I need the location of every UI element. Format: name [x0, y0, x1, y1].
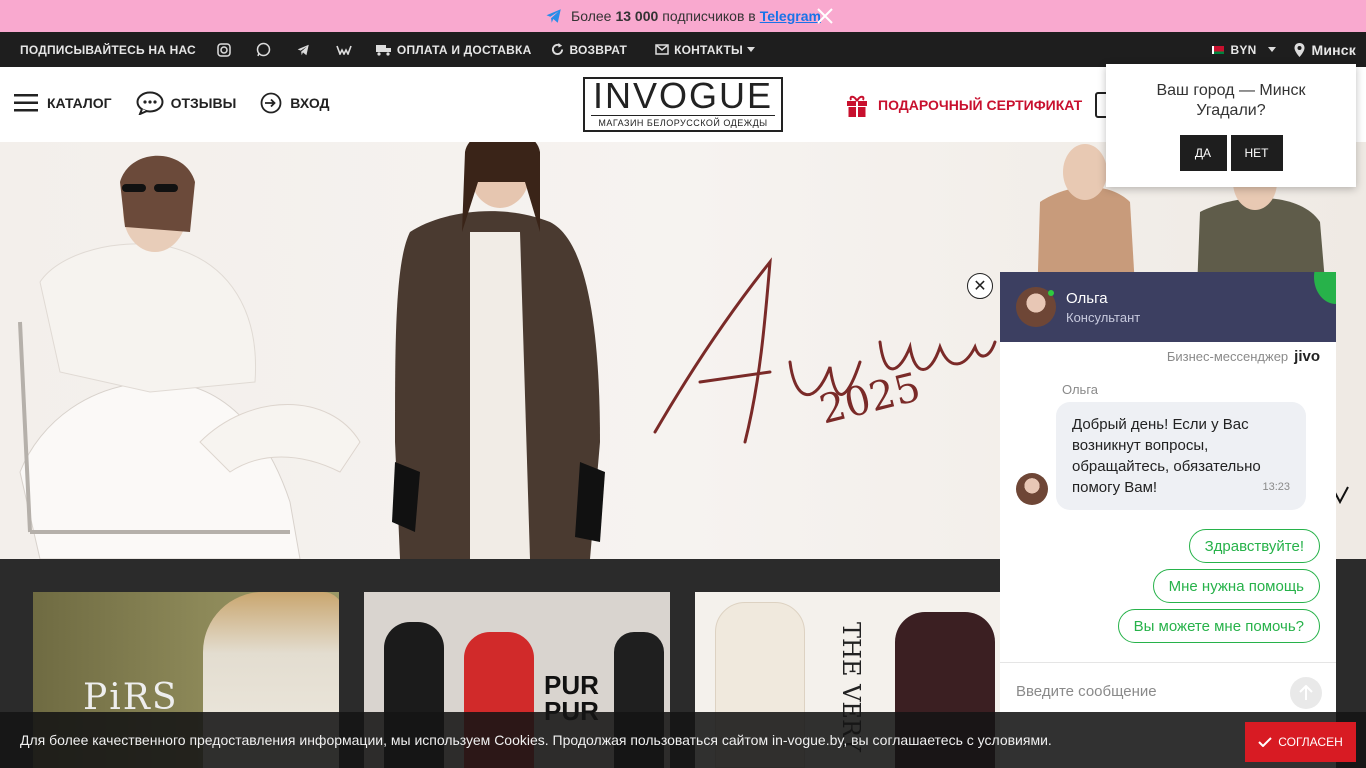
agent-name: Ольга	[1066, 290, 1108, 307]
login-label: ВХОД	[290, 95, 330, 111]
check-icon	[1258, 737, 1272, 747]
logo-main-text: INVOGUE	[592, 75, 774, 116]
gift-certificate-label: ПОДАРОЧНЫЙ СЕРТИФИКАТ	[878, 97, 1083, 113]
online-status-icon	[1048, 290, 1054, 296]
chat-message: Добрый день! Если у Вас возникнут вопрос…	[1056, 402, 1306, 510]
mail-icon	[655, 44, 669, 55]
promo-text-after: подписчиков в	[662, 8, 756, 24]
chevron-down-icon	[746, 47, 755, 52]
promo-count: 13 000	[615, 8, 659, 24]
branding-text: Бизнес-мессенджер	[1166, 349, 1289, 364]
jivo-logo: jivo	[1294, 348, 1320, 365]
chat-bubble-icon	[136, 91, 164, 115]
chevron-down-icon	[1268, 47, 1277, 52]
contacts-label: КОНТАКТЫ	[674, 42, 743, 57]
city-question-line-1: Ваш город — Минск	[1156, 82, 1306, 99]
payment-delivery-label: ОПЛАТА И ДОСТАВКА	[396, 42, 532, 57]
arrow-up-icon	[1299, 685, 1313, 700]
payment-delivery-link[interactable]: ОПЛАТА И ДОСТАВКА	[375, 42, 532, 57]
city-question: Ваш город — Минск Угадали?	[1106, 81, 1356, 121]
promo-text-before: Более	[571, 8, 612, 24]
message-sender: Ольга	[1062, 382, 1099, 397]
site-logo[interactable]: INVOGUE МАГАЗИН БЕЛОРУССКОЙ ОДЕЖДЫ	[583, 77, 783, 132]
top-bar: ПОДПИСЫВАЙТЕСЬ НА НАС ОПЛАТА И ДОСТАВКА …	[0, 32, 1366, 67]
city-label: Минск	[1311, 41, 1356, 58]
promo-bar: Более 13 000 подписчиков в Telegram	[0, 0, 1366, 32]
catalog-menu-button[interactable]: КАТАЛОГ	[14, 94, 112, 112]
contacts-dropdown[interactable]: КОНТАКТЫ	[655, 43, 755, 57]
cookie-banner: Для более качественного предоставления и…	[0, 712, 1366, 768]
logo-sub-text: МАГАЗИН БЕЛОРУССКОЙ ОДЕЖДЫ	[591, 115, 775, 128]
telegram-link[interactable]: Telegram	[760, 8, 821, 24]
chat-header: Ольга Консультант	[1000, 272, 1336, 342]
vk-icon[interactable]	[336, 42, 352, 58]
catalog-label: КАТАЛОГ	[47, 95, 112, 111]
city-confirm-popup: Ваш город — Минск Угадали? ДА НЕТ	[1106, 64, 1356, 187]
truck-icon	[375, 44, 391, 56]
send-button[interactable]	[1290, 677, 1322, 709]
brand-line-1: PUR	[544, 670, 599, 700]
return-label: ВОЗВРАТ	[569, 42, 628, 57]
cookie-agree-label: СОГЛАСЕН	[1278, 735, 1343, 749]
chat-close-button[interactable]: ✕	[967, 273, 993, 299]
cookie-agree-button[interactable]: СОГЛАСЕН	[1245, 722, 1356, 762]
agent-avatar-small	[1016, 473, 1048, 505]
belarus-flag-icon	[1211, 45, 1224, 54]
message-input[interactable]: Введите сообщение	[1016, 683, 1157, 700]
quick-reply-hello[interactable]: Здравствуйте!	[1188, 529, 1320, 563]
agent-role: Консультант	[1066, 310, 1141, 325]
quick-reply-need-help[interactable]: Мне нужна помощь	[1152, 569, 1320, 603]
messenger-branding[interactable]: Бизнес-мессенджер jivo	[1167, 348, 1320, 365]
city-question-line-2: Угадали?	[1196, 102, 1266, 119]
reviews-link[interactable]: ОТЗЫВЫ	[136, 91, 237, 115]
telegram-icon	[546, 9, 561, 23]
gift-certificate-link[interactable]: ПОДАРОЧНЫЙ СЕРТИФИКАТ	[846, 93, 1082, 117]
currency-select[interactable]: BYN	[1211, 42, 1277, 57]
city-yes-button[interactable]: ДА	[1179, 135, 1227, 171]
currency-label: BYN	[1230, 42, 1257, 57]
location-pin-icon	[1294, 42, 1305, 57]
cookie-text: Для более качественного предоставления и…	[20, 732, 1052, 748]
chat-widget: Ольга Консультант Бизнес-мессенджер jivo…	[1000, 272, 1336, 768]
instagram-icon[interactable]	[216, 42, 232, 58]
subscribe-label: ПОДПИСЫВАЙТЕСЬ НА НАС	[20, 42, 196, 57]
reviews-label: ОТЗЫВЫ	[170, 95, 237, 111]
status-corner	[1314, 272, 1336, 304]
hamburger-icon	[14, 94, 38, 112]
return-link[interactable]: ВОЗВРАТ	[551, 43, 627, 57]
city-no-button[interactable]: НЕТ	[1230, 135, 1283, 171]
refresh-icon	[552, 43, 564, 55]
whatsapp-icon[interactable]	[256, 42, 272, 58]
city-select[interactable]: Минск	[1294, 42, 1356, 58]
telegram-icon[interactable]	[296, 42, 312, 58]
login-icon	[260, 92, 282, 114]
message-time: 13:23	[1262, 481, 1290, 493]
login-link[interactable]: ВХОД	[260, 92, 330, 114]
gift-icon	[847, 95, 867, 117]
message-text: Добрый день! Если у Вас возникнут вопрос…	[1072, 416, 1261, 496]
quick-reply-can-you-help[interactable]: Вы можете мне помочь?	[1117, 609, 1320, 643]
close-icon[interactable]	[816, 7, 834, 25]
